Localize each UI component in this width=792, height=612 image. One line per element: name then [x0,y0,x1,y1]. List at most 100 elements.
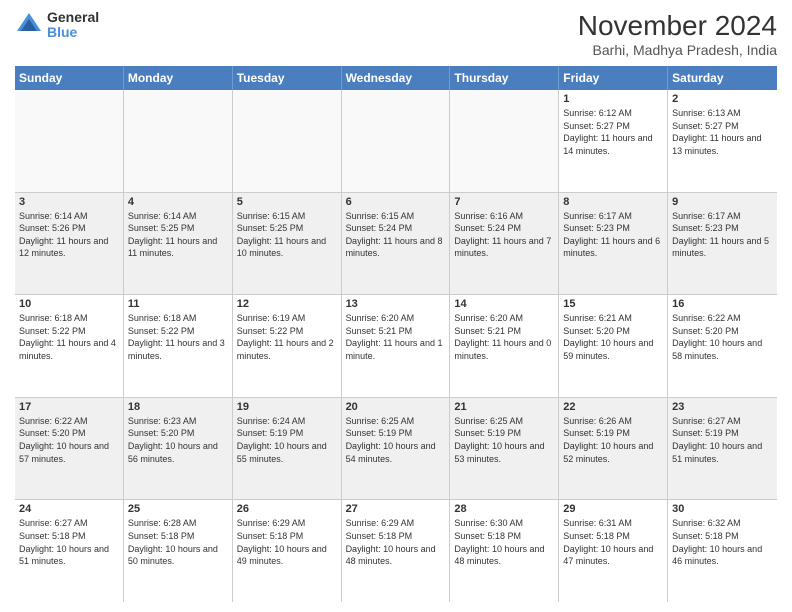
page: General Blue November 2024 Barhi, Madhya… [0,0,792,612]
day-number: 30 [672,503,773,515]
day-number: 26 [237,503,337,515]
day-number: 3 [19,196,119,208]
day-info: Sunrise: 6:27 AM Sunset: 5:18 PM Dayligh… [19,517,119,567]
day-info: Sunrise: 6:12 AM Sunset: 5:27 PM Dayligh… [563,107,663,157]
calendar-body: 1 Sunrise: 6:12 AM Sunset: 5:27 PM Daylig… [15,90,777,602]
calendar-cell: 5 Sunrise: 6:15 AM Sunset: 5:25 PM Daylig… [233,193,342,295]
day-info: Sunrise: 6:28 AM Sunset: 5:18 PM Dayligh… [128,517,228,567]
calendar-cell: 23 Sunrise: 6:27 AM Sunset: 5:19 PM Dayli… [668,398,777,500]
calendar-week: 1 Sunrise: 6:12 AM Sunset: 5:27 PM Daylig… [15,90,777,193]
calendar-header-cell: Thursday [450,66,559,90]
calendar-header-cell: Wednesday [342,66,451,90]
calendar-cell: 9 Sunrise: 6:17 AM Sunset: 5:23 PM Daylig… [668,193,777,295]
calendar-cell: 18 Sunrise: 6:23 AM Sunset: 5:20 PM Dayli… [124,398,233,500]
day-info: Sunrise: 6:16 AM Sunset: 5:24 PM Dayligh… [454,210,554,260]
calendar-cell [15,90,124,192]
day-info: Sunrise: 6:18 AM Sunset: 5:22 PM Dayligh… [128,312,228,362]
calendar-cell: 25 Sunrise: 6:28 AM Sunset: 5:18 PM Dayli… [124,500,233,602]
calendar-cell [233,90,342,192]
day-info: Sunrise: 6:17 AM Sunset: 5:23 PM Dayligh… [672,210,773,260]
day-number: 17 [19,401,119,413]
day-number: 25 [128,503,228,515]
day-info: Sunrise: 6:13 AM Sunset: 5:27 PM Dayligh… [672,107,773,157]
calendar-cell: 1 Sunrise: 6:12 AM Sunset: 5:27 PM Daylig… [559,90,668,192]
day-number: 22 [563,401,663,413]
day-number: 4 [128,196,228,208]
calendar-cell: 4 Sunrise: 6:14 AM Sunset: 5:25 PM Daylig… [124,193,233,295]
day-info: Sunrise: 6:21 AM Sunset: 5:20 PM Dayligh… [563,312,663,362]
day-info: Sunrise: 6:29 AM Sunset: 5:18 PM Dayligh… [237,517,337,567]
day-number: 9 [672,196,773,208]
day-info: Sunrise: 6:25 AM Sunset: 5:19 PM Dayligh… [346,415,446,465]
day-info: Sunrise: 6:15 AM Sunset: 5:24 PM Dayligh… [346,210,446,260]
day-info: Sunrise: 6:14 AM Sunset: 5:25 PM Dayligh… [128,210,228,260]
calendar-header-cell: Tuesday [233,66,342,90]
title-block: November 2024 Barhi, Madhya Pradesh, Ind… [578,10,777,58]
day-number: 2 [672,93,773,105]
calendar-cell: 11Sunrise: 6:18 AM Sunset: 5:22 PM Dayli… [124,295,233,397]
calendar-cell: 19Sunrise: 6:24 AM Sunset: 5:19 PM Dayli… [233,398,342,500]
day-number: 14 [454,298,554,310]
day-number: 15 [563,298,663,310]
day-number: 21 [454,401,554,413]
calendar-cell: 10Sunrise: 6:18 AM Sunset: 5:22 PM Dayli… [15,295,124,397]
calendar-cell: 15 Sunrise: 6:21 AM Sunset: 5:20 PM Dayli… [559,295,668,397]
calendar-cell: 14 Sunrise: 6:20 AM Sunset: 5:21 PM Dayli… [450,295,559,397]
calendar-cell: 30Sunrise: 6:32 AM Sunset: 5:18 PM Dayli… [668,500,777,602]
calendar-cell: 8Sunrise: 6:17 AM Sunset: 5:23 PM Daylig… [559,193,668,295]
calendar-cell: 3 Sunrise: 6:14 AM Sunset: 5:26 PM Daylig… [15,193,124,295]
calendar-header-cell: Sunday [15,66,124,90]
day-info: Sunrise: 6:25 AM Sunset: 5:19 PM Dayligh… [454,415,554,465]
day-number: 13 [346,298,446,310]
day-number: 19 [237,401,337,413]
calendar-week: 10 Sunrise: 6:18 AM Sunset: 5:22 PM Dayli… [15,295,777,398]
calendar-cell: 7 Sunrise: 6:16 AM Sunset: 5:24 PM Daylig… [450,193,559,295]
day-number: 28 [454,503,554,515]
day-number: 7 [454,196,554,208]
day-number: 24 [19,503,119,515]
calendar-cell: 13 Sunrise: 6:20 AM Sunset: 5:21 PM Dayli… [342,295,451,397]
main-title: November 2024 [578,10,777,42]
calendar-cell: 29Sunrise: 6:31 AM Sunset: 5:18 PM Dayli… [559,500,668,602]
day-number: 18 [128,401,228,413]
logo-icon [15,11,43,39]
calendar-week: 3 Sunrise: 6:14 AM Sunset: 5:26 PM Daylig… [15,193,777,296]
day-number: 1 [563,93,663,105]
calendar-cell: 6 Sunrise: 6:15 AM Sunset: 5:24 PM Daylig… [342,193,451,295]
day-info: Sunrise: 6:14 AM Sunset: 5:26 PM Dayligh… [19,210,119,260]
calendar-cell: 26 Sunrise: 6:29 AM Sunset: 5:18 PM Dayli… [233,500,342,602]
day-number: 16 [672,298,773,310]
day-number: 5 [237,196,337,208]
calendar-cell: 21 Sunrise: 6:25 AM Sunset: 5:19 PM Dayli… [450,398,559,500]
day-number: 8 [563,196,663,208]
calendar-cell: 28Sunrise: 6:30 AM Sunset: 5:18 PM Dayli… [450,500,559,602]
day-number: 20 [346,401,446,413]
calendar-cell [124,90,233,192]
day-info: Sunrise: 6:15 AM Sunset: 5:25 PM Dayligh… [237,210,337,260]
calendar-week: 24 Sunrise: 6:27 AM Sunset: 5:18 PM Dayli… [15,500,777,602]
day-info: Sunrise: 6:20 AM Sunset: 5:21 PM Dayligh… [454,312,554,362]
day-info: Sunrise: 6:27 AM Sunset: 5:19 PM Dayligh… [672,415,773,465]
calendar-cell: 17Sunrise: 6:22 AM Sunset: 5:20 PM Dayli… [15,398,124,500]
calendar-cell: 12Sunrise: 6:19 AM Sunset: 5:22 PM Dayli… [233,295,342,397]
day-info: Sunrise: 6:31 AM Sunset: 5:18 PM Dayligh… [563,517,663,567]
calendar-header-cell: Friday [559,66,668,90]
calendar-cell [342,90,451,192]
logo-general: General [47,10,99,25]
calendar-header: SundayMondayTuesdayWednesdayThursdayFrid… [15,66,777,90]
calendar-cell [450,90,559,192]
calendar: SundayMondayTuesdayWednesdayThursdayFrid… [15,66,777,602]
logo: General Blue [15,10,99,41]
logo-blue: Blue [47,25,99,40]
day-info: Sunrise: 6:20 AM Sunset: 5:21 PM Dayligh… [346,312,446,362]
day-info: Sunrise: 6:23 AM Sunset: 5:20 PM Dayligh… [128,415,228,465]
day-number: 23 [672,401,773,413]
calendar-header-cell: Monday [124,66,233,90]
logo-text: General Blue [47,10,99,41]
day-info: Sunrise: 6:19 AM Sunset: 5:22 PM Dayligh… [237,312,337,362]
day-number: 10 [19,298,119,310]
day-number: 6 [346,196,446,208]
calendar-header-cell: Saturday [668,66,777,90]
calendar-week: 17Sunrise: 6:22 AM Sunset: 5:20 PM Dayli… [15,398,777,501]
header: General Blue November 2024 Barhi, Madhya… [15,10,777,58]
